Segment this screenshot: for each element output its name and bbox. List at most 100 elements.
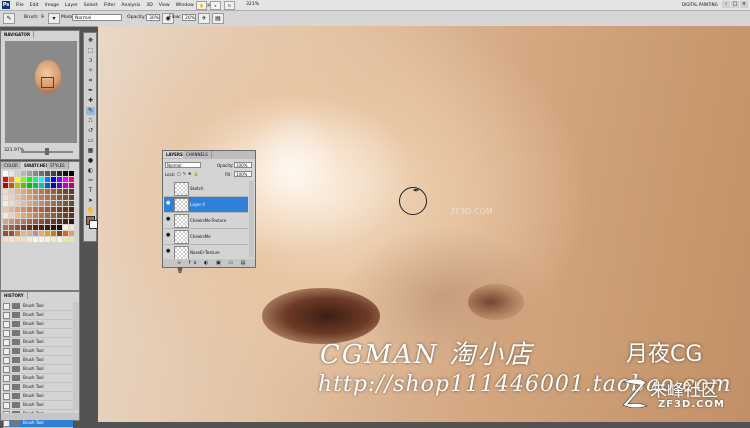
history-item[interactable]: Brush Tool bbox=[3, 419, 73, 428]
swatch[interactable] bbox=[33, 207, 38, 212]
swatch[interactable] bbox=[39, 171, 44, 176]
swatch[interactable] bbox=[57, 213, 62, 218]
swatch[interactable] bbox=[57, 183, 62, 188]
mode-select[interactable]: Normal bbox=[72, 14, 122, 21]
close-icon[interactable]: × bbox=[740, 1, 748, 8]
swatch[interactable] bbox=[57, 201, 62, 206]
workspace-switcher[interactable]: DIGITAL PAINTING bbox=[682, 2, 718, 7]
history-item[interactable]: Brush Tool bbox=[3, 392, 73, 401]
swatch[interactable] bbox=[27, 213, 32, 218]
swatch[interactable] bbox=[45, 195, 50, 200]
swatch[interactable] bbox=[51, 171, 56, 176]
swatch[interactable] bbox=[27, 171, 32, 176]
fill-field[interactable]: 100% bbox=[234, 171, 252, 177]
quick-select-tool-icon[interactable]: ✧ bbox=[86, 67, 95, 75]
layer-row[interactable]: ● CheeksMe bbox=[164, 229, 248, 245]
swatch[interactable] bbox=[45, 231, 50, 236]
swatch[interactable] bbox=[27, 207, 32, 212]
swatch[interactable] bbox=[15, 195, 20, 200]
flow-field[interactable]: 20% bbox=[182, 14, 196, 21]
swatch[interactable] bbox=[15, 207, 20, 212]
swatch[interactable] bbox=[27, 177, 32, 182]
swatch[interactable] bbox=[3, 231, 8, 236]
swatch[interactable] bbox=[39, 207, 44, 212]
history-item[interactable]: Brush Tool bbox=[3, 311, 73, 320]
swatch[interactable] bbox=[63, 231, 68, 236]
swatch[interactable] bbox=[57, 171, 62, 176]
swatch[interactable] bbox=[39, 213, 44, 218]
swatch[interactable] bbox=[33, 231, 38, 236]
blend-mode-select[interactable]: Normal bbox=[165, 162, 201, 168]
layer-row[interactable]: Sketch bbox=[164, 181, 248, 197]
swatch[interactable] bbox=[51, 237, 56, 242]
swatch[interactable] bbox=[9, 225, 14, 230]
layer-opacity-field[interactable]: 100% bbox=[234, 162, 252, 168]
navigator-slider-handle[interactable] bbox=[45, 148, 49, 155]
hand-icon[interactable]: ✋ bbox=[196, 1, 207, 10]
lock-icons[interactable]: ▢✎✥🔒 bbox=[177, 171, 200, 176]
brush-dropdown-icon[interactable]: ▾ bbox=[48, 13, 60, 24]
swatch[interactable] bbox=[63, 189, 68, 194]
swatch[interactable] bbox=[39, 219, 44, 224]
swatch[interactable] bbox=[57, 189, 62, 194]
history-source-checkbox[interactable] bbox=[3, 384, 10, 391]
swatch[interactable] bbox=[15, 237, 20, 242]
brush-panel-icon[interactable]: ▤ bbox=[212, 13, 224, 24]
menu-edit[interactable]: Edit bbox=[30, 3, 39, 8]
swatch[interactable] bbox=[33, 189, 38, 194]
swatch[interactable] bbox=[3, 237, 8, 242]
swatch[interactable] bbox=[51, 201, 56, 206]
swatch[interactable] bbox=[33, 213, 38, 218]
menu-3d[interactable]: 3D bbox=[146, 3, 152, 8]
visibility-eye-icon[interactable] bbox=[166, 185, 171, 190]
history-item[interactable]: Brush Tool bbox=[3, 356, 73, 365]
swatch[interactable] bbox=[69, 171, 74, 176]
tab-navigator[interactable]: NAVIGATOR bbox=[1, 31, 35, 38]
swatch[interactable] bbox=[69, 225, 74, 230]
move-tool-icon[interactable]: ✥ bbox=[86, 37, 95, 45]
swatch[interactable] bbox=[51, 219, 56, 224]
swatch[interactable] bbox=[51, 189, 56, 194]
background-color[interactable] bbox=[89, 220, 98, 229]
swatch[interactable] bbox=[21, 207, 26, 212]
swatch[interactable] bbox=[69, 195, 74, 200]
swatch[interactable] bbox=[63, 177, 68, 182]
swatch[interactable] bbox=[57, 225, 62, 230]
swatch[interactable] bbox=[9, 183, 14, 188]
swatch[interactable] bbox=[21, 195, 26, 200]
history-source-checkbox[interactable] bbox=[3, 366, 10, 373]
hand-tool-icon[interactable]: ✋ bbox=[86, 207, 95, 215]
tab-history[interactable]: HISTORY bbox=[1, 292, 28, 299]
history-source-checkbox[interactable] bbox=[3, 339, 10, 346]
healing-tool-icon[interactable]: ✚ bbox=[86, 97, 95, 105]
layer-row[interactable]: ● CheeksMe-Texture bbox=[164, 213, 248, 229]
swatch[interactable] bbox=[45, 171, 50, 176]
swatch[interactable] bbox=[45, 201, 50, 206]
swatch[interactable] bbox=[27, 231, 32, 236]
swatch[interactable] bbox=[51, 177, 56, 182]
swatch[interactable] bbox=[45, 177, 50, 182]
swatch[interactable] bbox=[27, 183, 32, 188]
swatch[interactable] bbox=[57, 207, 62, 212]
swatch[interactable] bbox=[9, 213, 14, 218]
swatch[interactable] bbox=[3, 171, 8, 176]
swatch[interactable] bbox=[63, 213, 68, 218]
swatch[interactable] bbox=[63, 183, 68, 188]
swatch[interactable] bbox=[69, 183, 74, 188]
swatch[interactable] bbox=[63, 195, 68, 200]
visibility-eye-icon[interactable]: ● bbox=[166, 233, 171, 238]
swatch[interactable] bbox=[39, 195, 44, 200]
visibility-eye-icon[interactable]: ● bbox=[166, 217, 171, 222]
swatch[interactable] bbox=[27, 219, 32, 224]
history-item[interactable]: Brush Tool bbox=[3, 401, 73, 410]
history-item[interactable]: Brush Tool bbox=[3, 329, 73, 338]
airbrush-icon[interactable]: ✈ bbox=[198, 13, 210, 24]
tab-channels[interactable]: CHANNELS bbox=[183, 151, 212, 158]
swatch[interactable] bbox=[3, 219, 8, 224]
history-source-checkbox[interactable] bbox=[3, 357, 10, 364]
zoom-level[interactable]: 321% bbox=[246, 2, 259, 7]
history-item[interactable]: Brush Tool bbox=[3, 374, 73, 383]
swatch[interactable] bbox=[21, 231, 26, 236]
rotate-icon[interactable]: ↻ bbox=[224, 1, 235, 10]
swatch[interactable] bbox=[57, 195, 62, 200]
